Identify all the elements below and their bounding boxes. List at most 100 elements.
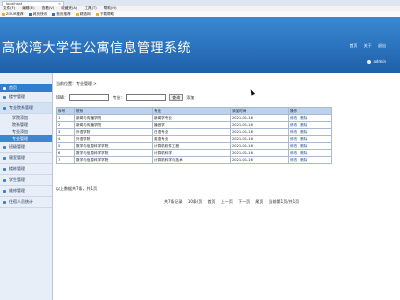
major-cell: 新闻学专业 bbox=[152, 114, 231, 122]
page-icon bbox=[28, 12, 32, 16]
bullet-icon bbox=[3, 189, 6, 193]
edit-link[interactable]: 修改 bbox=[290, 158, 297, 162]
sidebar-item-label: 楼宇管理 bbox=[9, 94, 25, 99]
sidebar-item-label: 学生管理 bbox=[9, 177, 25, 182]
about-link[interactable]: 关于 bbox=[364, 43, 372, 48]
edit-link[interactable]: 修改 bbox=[290, 123, 297, 127]
edit-link[interactable]: 修改 bbox=[290, 144, 297, 148]
menu-favorites[interactable]: 收藏夹(A) bbox=[61, 6, 77, 10]
sidebar-item-student[interactable]: 学生管理 bbox=[0, 175, 52, 186]
sidebar-item-repair[interactable]: 维修管理 bbox=[0, 186, 52, 197]
star-icon bbox=[2, 12, 5, 16]
logout-link[interactable]: 退出 bbox=[378, 43, 386, 48]
sidebar-item-stats[interactable]: 住宿人员统计 bbox=[0, 197, 52, 208]
table-row: 2 新闻与传播学院 播音学 2021-01-16 修改 删除 bbox=[56, 121, 332, 129]
favorite-link[interactable]: 网页快讯 bbox=[28, 12, 47, 16]
major-table: 序号 院系 专业 添加时间 操作 1 新闻与传播学院 新闻学专业 2021-01-16… bbox=[56, 107, 332, 164]
major-cell: 计算机科学 bbox=[152, 149, 231, 157]
sidebar-item-dorm[interactable]: 寝室管理 bbox=[0, 153, 52, 164]
delete-link[interactable]: 删除 bbox=[300, 116, 307, 120]
search-bar: 班级： 专业： 查询 添加 bbox=[56, 93, 194, 101]
bullet-icon bbox=[3, 106, 6, 110]
edit-link[interactable]: 修改 bbox=[290, 116, 297, 120]
sidebar-item-label: 维修管理 bbox=[9, 188, 25, 193]
department-cell: 外语学院 bbox=[74, 135, 153, 143]
top-links: 首页 关于 退出 bbox=[344, 43, 386, 49]
menu-edit[interactable]: 编辑(E) bbox=[22, 6, 34, 10]
delete-link[interactable]: 删除 bbox=[300, 158, 307, 162]
sidebar: 首页 楼宇管理 专业院系管理 学院添加 院系管理 专业添加 专业管理 班级管理 … bbox=[0, 73, 53, 300]
delete-link[interactable]: 删除 bbox=[300, 130, 307, 134]
department-cell: 新闻与传播学院 bbox=[74, 114, 153, 122]
page-size: 10条/页 bbox=[187, 199, 203, 204]
sidebar-item-home[interactable]: 首页 bbox=[0, 84, 52, 92]
home-link[interactable]: 首页 bbox=[349, 43, 357, 48]
sidebar-item-label: 首页 bbox=[9, 85, 17, 90]
favorite-link[interactable]: 精选网 bbox=[75, 12, 91, 16]
major-input[interactable] bbox=[125, 93, 166, 101]
table-row: 7 数学与信息科学学院 计算机科学与技术 2021-01-16 修改 删除 bbox=[56, 156, 332, 164]
department-cell: 外语学院 bbox=[74, 128, 153, 136]
class-input[interactable] bbox=[69, 93, 110, 101]
actions-cell: 修改 删除 bbox=[288, 128, 332, 136]
table-row: 6 数学与信息科学学院 计算机科学 2021-01-16 修改 删除 bbox=[56, 149, 332, 157]
bullet-icon bbox=[3, 200, 6, 204]
row-number: 5 bbox=[56, 142, 75, 150]
class-label: 班级： bbox=[56, 94, 68, 100]
menu-help[interactable]: 帮助(H) bbox=[104, 6, 117, 10]
menu-view[interactable]: 查看(V) bbox=[42, 6, 54, 10]
first-page-link[interactable]: 首页 bbox=[208, 199, 216, 204]
favorite-link[interactable]: 首页推荐 bbox=[52, 12, 71, 16]
next-page-link[interactable]: 下一页 bbox=[238, 199, 250, 204]
favorite-link[interactable]: ZOUR推荐 bbox=[2, 12, 24, 16]
favorite-link[interactable]: 下载帮助 bbox=[95, 12, 114, 16]
user-icon bbox=[367, 60, 372, 64]
date-cell: 2021-01-16 bbox=[230, 156, 289, 164]
actions-cell: 修改 删除 bbox=[288, 156, 332, 164]
edit-link[interactable]: 修改 bbox=[290, 130, 297, 134]
sidebar-item-label: 班级管理 bbox=[9, 144, 25, 149]
last-page-link[interactable]: 尾页 bbox=[255, 199, 263, 204]
mouse-cursor-icon bbox=[248, 88, 256, 96]
breadcrumb: 当前位置：专业管理 > bbox=[56, 81, 97, 86]
bullet-icon bbox=[3, 178, 6, 182]
date-cell: 2021-01-16 bbox=[230, 142, 289, 150]
folder-icon bbox=[75, 12, 79, 16]
row-number: 4 bbox=[56, 135, 75, 143]
total-records: 共7条记录 bbox=[164, 199, 183, 204]
major-cell: 英语专业 bbox=[152, 135, 231, 143]
sidebar-subitem-add-college[interactable]: 学院添加 bbox=[0, 114, 52, 121]
sidebar-subitem-major-manage[interactable]: 专业管理 bbox=[0, 135, 52, 142]
actions-cell: 修改 删除 bbox=[288, 142, 332, 150]
sidebar-item-building[interactable]: 楼宇管理 bbox=[0, 92, 52, 103]
date-cell: 2021-01-16 bbox=[230, 121, 289, 129]
sidebar-subitem-department-manage[interactable]: 院系管理 bbox=[0, 121, 52, 128]
row-number: 7 bbox=[56, 156, 75, 164]
delete-link[interactable]: 删除 bbox=[300, 137, 307, 141]
actions-cell: 修改 删除 bbox=[288, 121, 332, 129]
delete-link[interactable]: 删除 bbox=[300, 144, 307, 148]
edit-link[interactable]: 修改 bbox=[290, 151, 297, 155]
delete-link[interactable]: 删除 bbox=[300, 123, 307, 127]
sidebar-item-building-manage[interactable]: 楼栋管理 bbox=[0, 164, 52, 175]
actions-cell: 修改 删除 bbox=[288, 135, 332, 143]
delete-link[interactable]: 删除 bbox=[300, 151, 307, 155]
major-cell: 计算机软件工程 bbox=[152, 142, 231, 150]
column-header: 操作 bbox=[288, 107, 332, 115]
search-button[interactable]: 查询 bbox=[169, 93, 184, 101]
department-cell: 数学与信息科学学院 bbox=[74, 149, 153, 157]
date-cell: 2021-01-16 bbox=[230, 114, 289, 122]
column-header: 序号 bbox=[56, 107, 75, 115]
row-number: 2 bbox=[56, 121, 75, 129]
sidebar-subitem-add-major[interactable]: 专业添加 bbox=[0, 128, 52, 135]
page-indicator: 当前第1页/共1页 bbox=[268, 199, 300, 204]
sidebar-item-department-group[interactable]: 专业院系管理 bbox=[0, 103, 52, 114]
table-header-row: 序号 院系 专业 添加时间 操作 bbox=[56, 107, 332, 115]
add-link[interactable]: 添加 bbox=[186, 95, 194, 100]
menu-file[interactable]: 文件(F) bbox=[3, 6, 15, 10]
edit-link[interactable]: 修改 bbox=[290, 137, 297, 141]
menu-tools[interactable]: 工具(T) bbox=[84, 6, 96, 10]
prev-page-link[interactable]: 上一页 bbox=[221, 199, 233, 204]
sidebar-item-class[interactable]: 班级管理 bbox=[0, 142, 52, 153]
username: admin bbox=[373, 59, 386, 64]
